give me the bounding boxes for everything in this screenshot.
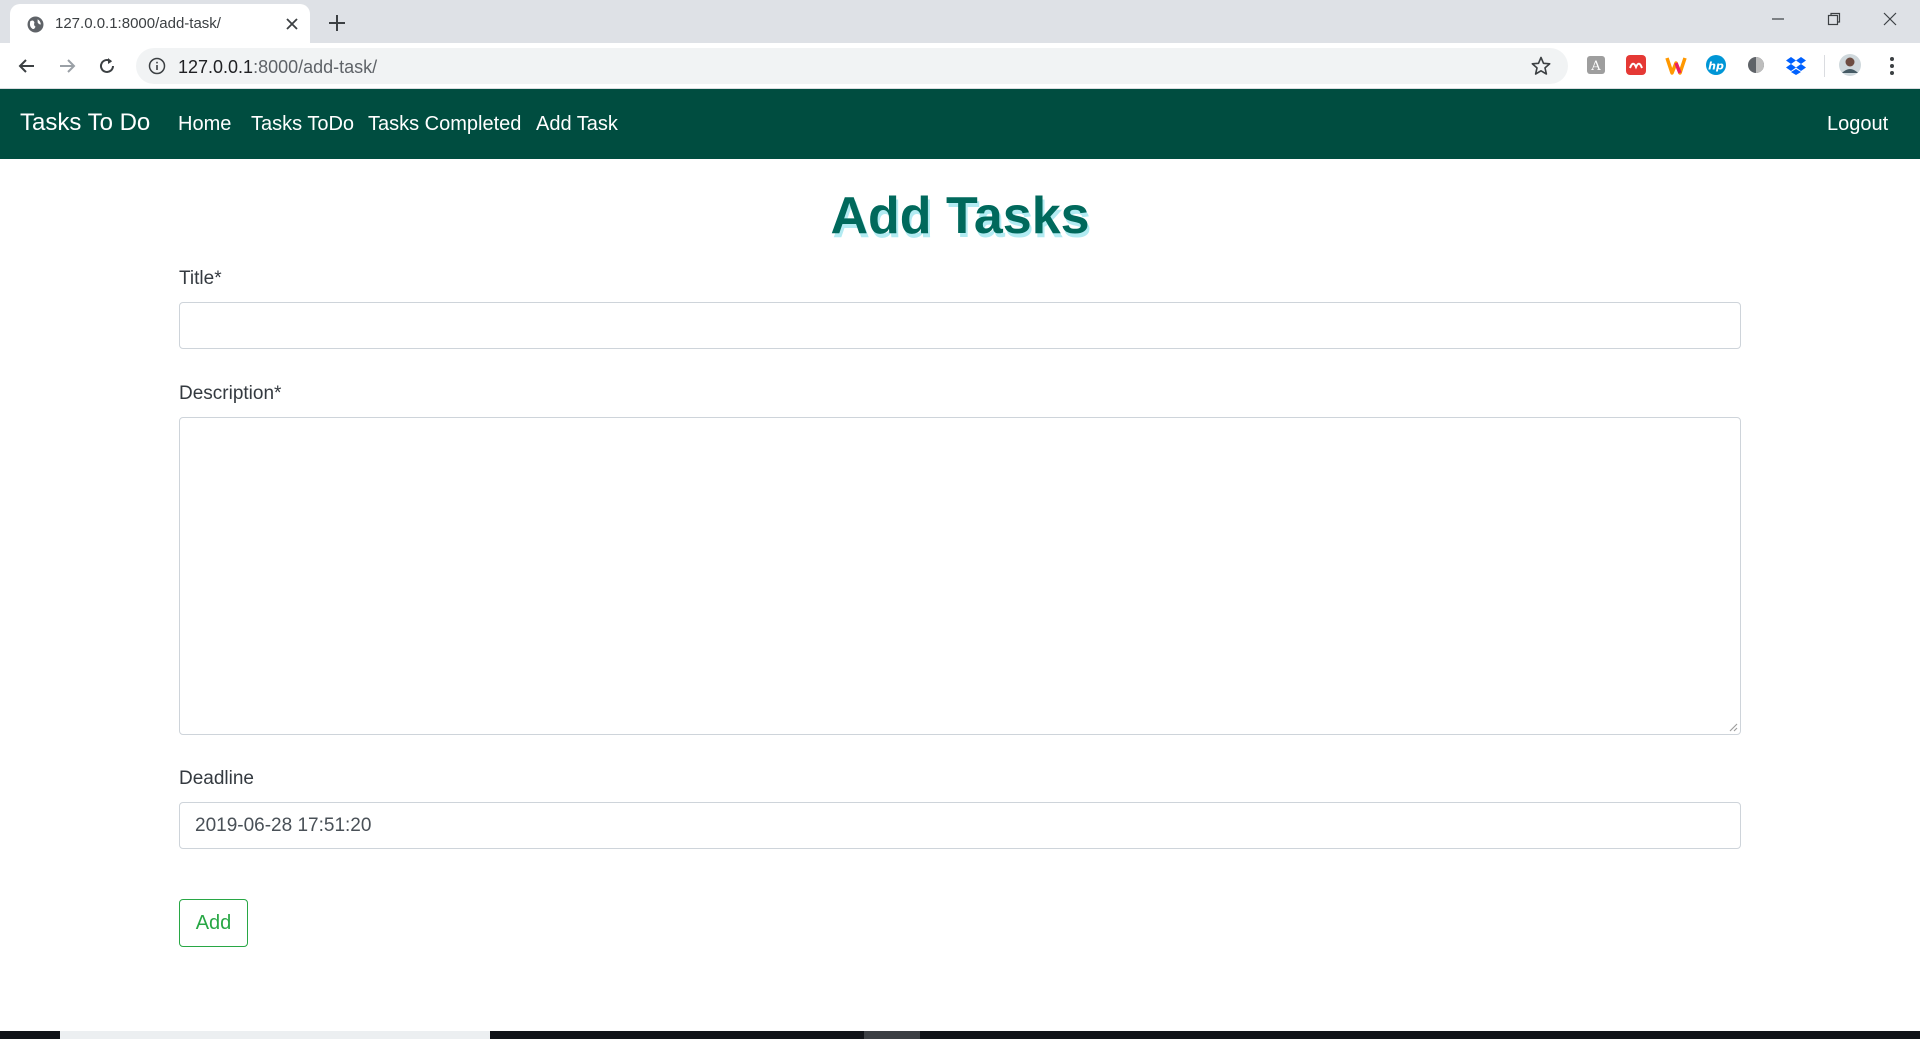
grammar-extension-button[interactable]: A (1584, 53, 1608, 77)
url-text[interactable]: 127.0.0.1:8000/add-task/ (178, 57, 377, 78)
url-path: :8000/add-task/ (253, 57, 378, 77)
nav-link-tasks-todo[interactable]: Tasks ToDo (251, 113, 354, 136)
profile-avatar-icon (1839, 54, 1861, 76)
minimize-icon (1772, 18, 1784, 20)
title-input[interactable] (179, 302, 1741, 349)
hp-extension-icon: hp (1706, 55, 1726, 75)
reload-icon (100, 58, 114, 73)
restore-button[interactable] (1806, 0, 1862, 38)
nav-link-logout[interactable]: Logout (1827, 113, 1888, 136)
os-taskbar (0, 1031, 1920, 1039)
red-extension-button[interactable] (1624, 53, 1648, 77)
hp-extension-button[interactable]: hp (1704, 53, 1728, 77)
star-icon[interactable] (1530, 55, 1552, 77)
minimize-button[interactable] (1750, 0, 1806, 38)
browser-menu-button[interactable] (1880, 53, 1904, 79)
plus-icon[interactable] (323, 9, 351, 37)
globe-icon (27, 16, 44, 33)
dropbox-extension-button[interactable] (1784, 53, 1808, 77)
grammar-extension-icon: A (1587, 56, 1605, 74)
restore-icon (1827, 12, 1841, 26)
close-icon[interactable] (282, 14, 302, 34)
reload-button[interactable] (91, 50, 123, 82)
forward-button[interactable] (51, 50, 83, 82)
resize-handle-icon[interactable] (1726, 720, 1738, 732)
svg-text:hp: hp (1708, 60, 1724, 73)
browser-tab-strip: 127.0.0.1:8000/add-task/ (0, 0, 1920, 43)
circle-extension-button[interactable] (1744, 53, 1768, 77)
back-button[interactable] (11, 50, 43, 82)
add-button[interactable]: Add (179, 899, 248, 947)
address-bar[interactable]: 127.0.0.1:8000/add-task/ (136, 48, 1568, 84)
w-extension-icon (1665, 57, 1687, 75)
nav-link-tasks-completed[interactable]: Tasks Completed (368, 113, 521, 136)
w-extension-button[interactable] (1664, 53, 1688, 77)
circle-extension-icon (1748, 57, 1764, 73)
taskbar-app-item[interactable] (864, 1031, 920, 1039)
red-extension-icon (1626, 55, 1646, 75)
nav-link-add-task[interactable]: Add Task (536, 113, 618, 136)
close-icon (1883, 12, 1897, 26)
dropbox-icon (1786, 57, 1806, 75)
svg-text:A: A (1590, 59, 1601, 74)
site-navbar: Tasks To Do Home Tasks ToDo Tasks Comple… (0, 89, 1920, 159)
browser-toolbar: 127.0.0.1:8000/add-task/ A hp (0, 43, 1920, 89)
forward-arrow-icon (60, 59, 76, 73)
description-label: Description* (179, 383, 282, 404)
nav-link-home[interactable]: Home (178, 113, 231, 136)
profile-button[interactable] (1838, 53, 1862, 77)
brand-link[interactable]: Tasks To Do (20, 109, 150, 137)
taskbar-search-box[interactable] (60, 1031, 490, 1039)
description-textarea[interactable] (179, 417, 1741, 735)
page-title: Add Tasks (830, 187, 1090, 245)
title-label: Title* (179, 268, 222, 289)
deadline-label: Deadline (179, 768, 254, 789)
deadline-input[interactable] (179, 802, 1741, 849)
window-close-button[interactable] (1862, 0, 1918, 38)
toolbar-separator (1824, 55, 1825, 77)
kebab-menu-icon (1890, 57, 1894, 75)
url-host: 127.0.0.1 (178, 57, 254, 77)
info-icon[interactable] (148, 57, 166, 75)
tab-title: 127.0.0.1:8000/add-task/ (55, 15, 221, 32)
browser-tab[interactable]: 127.0.0.1:8000/add-task/ (10, 4, 310, 43)
back-arrow-icon (18, 59, 34, 73)
